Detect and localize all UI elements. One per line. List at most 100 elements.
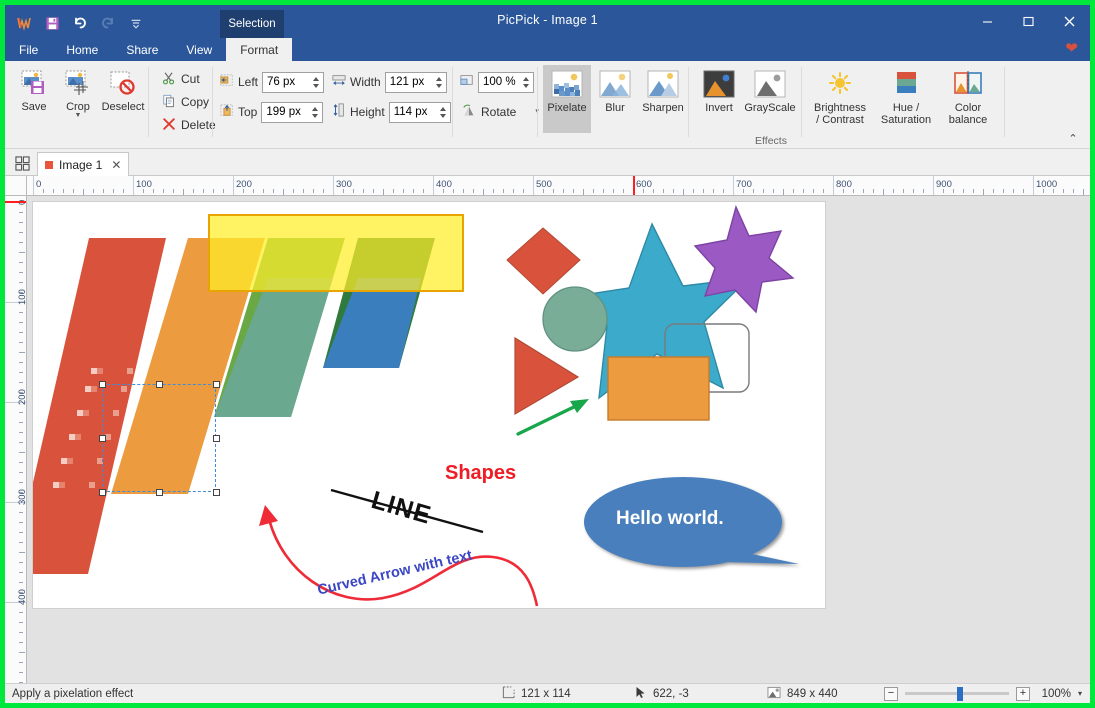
ruler-tick <box>153 189 154 193</box>
top-spinner[interactable] <box>261 102 323 123</box>
grayscale-button[interactable]: GrayScale <box>743 65 797 133</box>
scale-spin-buttons[interactable] <box>519 73 533 92</box>
ruler-tick <box>593 189 594 193</box>
ruler-tick <box>19 462 23 463</box>
ruler-tick <box>323 189 324 193</box>
grayscale-label: GrayScale <box>744 103 795 115</box>
app-logo-icon[interactable] <box>11 11 37 35</box>
ruler-tick <box>613 189 614 193</box>
height-icon <box>332 103 346 122</box>
maximize-button[interactable] <box>1008 5 1049 37</box>
pixelate-button[interactable]: Pixelate <box>543 65 591 133</box>
selection-handle[interactable] <box>99 489 106 496</box>
vertical-ruler[interactable]: 0100200300400 <box>5 196 27 683</box>
delete-button[interactable]: Delete <box>158 115 220 135</box>
horizontal-ruler[interactable]: 01002003004005006007008009001000 <box>27 176 1090 196</box>
selection-size-indicator: 121 x 114 <box>502 684 571 704</box>
rotate-button[interactable]: Rotate ▾ <box>458 102 543 122</box>
ruler-tick <box>93 189 94 193</box>
crop-button[interactable]: Crop ▼ <box>55 65 101 141</box>
ruler-tick <box>583 189 584 195</box>
cut-label: Cut <box>181 72 200 86</box>
zoom-out-button[interactable]: − <box>884 687 898 701</box>
close-button[interactable] <box>1049 5 1090 37</box>
ruler-tick <box>733 176 734 195</box>
width-spinner[interactable] <box>385 72 447 93</box>
invert-label: Invert <box>705 103 733 115</box>
image-canvas[interactable]: Shapes LINE Curved Arrow with text Hello… <box>33 202 825 608</box>
sharpen-button[interactable]: Sharpen <box>639 65 687 133</box>
hue-saturation-button[interactable]: Hue / Saturation <box>874 65 938 133</box>
left-spinner[interactable] <box>262 72 324 93</box>
tab-file[interactable]: File <box>5 38 52 61</box>
zoom-slider-thumb[interactable] <box>957 687 963 701</box>
customize-qat-icon[interactable] <box>123 11 149 35</box>
tab-share[interactable]: Share <box>112 38 172 61</box>
pixelate-icon <box>550 65 584 103</box>
redo-icon[interactable] <box>95 11 121 35</box>
brightness-label-1: Brightness <box>814 103 866 115</box>
save-icon[interactable] <box>39 11 65 35</box>
ruler-tick <box>19 362 23 363</box>
zoom-dropdown-caret-icon[interactable]: ▾ <box>1078 689 1082 698</box>
ruler-tick <box>19 482 23 483</box>
left-spin-buttons[interactable] <box>309 73 323 92</box>
height-spinner[interactable] <box>389 102 451 123</box>
zoom-controls: − + 100% ▾ <box>884 684 1082 704</box>
ruler-tick <box>19 342 23 343</box>
blur-button[interactable]: Blur <box>591 65 639 133</box>
height-input[interactable] <box>390 103 436 122</box>
width-spin-buttons[interactable] <box>432 73 446 92</box>
scale-spinner[interactable] <box>478 72 534 93</box>
selection-handle[interactable] <box>99 435 106 442</box>
selection-handle[interactable] <box>156 381 163 388</box>
invert-button[interactable]: Invert <box>695 65 743 133</box>
cut-button[interactable]: Cut <box>158 69 204 89</box>
top-spin-buttons[interactable] <box>308 103 322 122</box>
top-input[interactable] <box>262 103 308 122</box>
copy-button[interactable]: Copy <box>158 92 213 112</box>
ruler-tick <box>953 189 954 193</box>
undo-icon[interactable] <box>67 11 93 35</box>
ruler-tick <box>1043 189 1044 193</box>
selection-handle[interactable] <box>213 435 220 442</box>
save-button[interactable]: Save <box>11 65 57 133</box>
zoom-slider[interactable] <box>905 687 1009 701</box>
tab-view[interactable]: View <box>172 38 226 61</box>
document-tab-image-1[interactable]: Image 1 ✕ <box>37 152 129 176</box>
left-input[interactable] <box>263 73 309 92</box>
zoom-in-button[interactable]: + <box>1016 687 1030 701</box>
selection-handle[interactable] <box>99 381 106 388</box>
width-label: Width <box>350 75 381 89</box>
tab-home[interactable]: Home <box>52 38 112 61</box>
deselect-button[interactable]: Deselect <box>99 65 147 133</box>
selection-marquee[interactable] <box>102 384 216 492</box>
selection-handle[interactable] <box>213 381 220 388</box>
ruler-tick <box>173 189 174 193</box>
color-balance-button[interactable]: Color balance <box>940 65 996 133</box>
scale-input[interactable] <box>479 73 519 92</box>
chevron-up-icon[interactable]: ⌃ <box>1064 130 1082 146</box>
minimize-button[interactable] <box>967 5 1008 37</box>
tab-format[interactable]: Format <box>226 38 292 61</box>
ruler-tick <box>913 189 914 193</box>
selection-handle[interactable] <box>213 489 220 496</box>
canvas-work-area[interactable]: Shapes LINE Curved Arrow with text Hello… <box>27 196 1090 683</box>
ruler-tick <box>653 189 654 193</box>
ruler-tick <box>203 189 204 193</box>
height-spin-buttons[interactable] <box>436 103 450 122</box>
save-button-label: Save <box>21 102 46 113</box>
brightness-contrast-button[interactable]: Brightness / Contrast <box>808 65 872 133</box>
pixelate-label: Pixelate <box>547 103 586 115</box>
ruler-tick <box>753 189 754 193</box>
ruler-tick <box>863 189 864 193</box>
document-tab-close-icon[interactable]: ✕ <box>111 158 121 172</box>
selection-handle[interactable] <box>156 489 163 496</box>
left-field-row: Left <box>220 71 324 93</box>
width-input[interactable] <box>386 73 432 92</box>
chevron-down-icon[interactable]: ▼ <box>75 113 82 119</box>
ruler-tick <box>723 189 724 193</box>
group-separator <box>148 67 149 137</box>
ruler-tick <box>33 176 34 195</box>
tile-view-icon[interactable] <box>12 153 32 173</box>
